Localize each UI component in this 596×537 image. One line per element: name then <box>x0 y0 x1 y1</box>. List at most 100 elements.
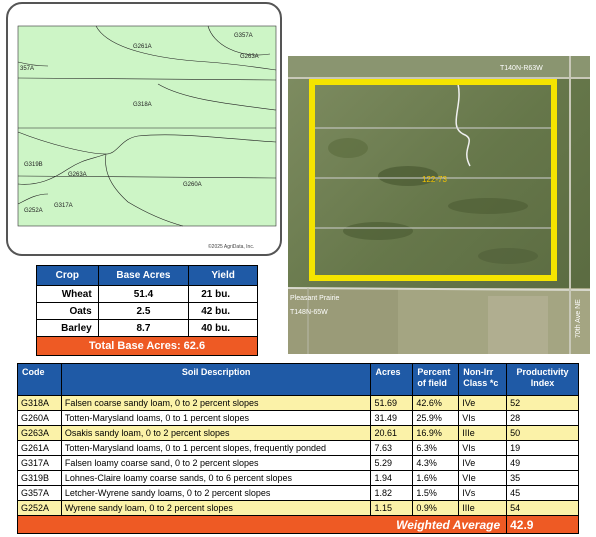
map-label-10: G317A <box>54 203 73 209</box>
soil-row: G260A Totten-Marysland loams, 0 to 1 per… <box>17 410 579 426</box>
crop-table-header: Crop Base Acres Yield <box>36 265 258 286</box>
soil-percent: 16.9% <box>412 425 460 441</box>
soil-code: G357A <box>17 485 62 501</box>
crop-acres: 8.7 <box>97 319 190 337</box>
soil-row: G318A Falsen coarse sandy loam, 0 to 2 p… <box>17 395 579 411</box>
crop-table: Crop Base Acres Yield Wheat 51.4 21 bu. … <box>36 265 258 356</box>
soil-acres: 51.69 <box>370 395 414 411</box>
soil-map-drawing: G357A G261A G263A 357A G318A G319B G263A… <box>17 25 277 250</box>
soil-acres: 5.29 <box>370 455 414 471</box>
soil-acres: 1.82 <box>370 485 414 501</box>
soil-percent: 25.9% <box>412 410 460 426</box>
weighted-average-label: Weighted Average <box>16 515 508 534</box>
soil-pi: 52 <box>506 395 579 411</box>
soil-acres: 1.15 <box>370 500 414 516</box>
crop-row: Wheat 51.4 21 bu. <box>36 285 258 303</box>
crop-yield: 21 bu. <box>188 285 258 303</box>
soil-code: G261A <box>17 440 62 456</box>
soil-class: IVs <box>458 485 508 501</box>
map-label-5: G318A <box>133 102 152 108</box>
soil-class: IIIe <box>458 425 508 441</box>
soil-pi: 19 <box>506 440 579 456</box>
soil-acres: 31.49 <box>370 410 414 426</box>
crop-acres: 2.5 <box>97 302 190 320</box>
crop-yield: 42 bu. <box>188 302 258 320</box>
soil-pi: 28 <box>506 410 579 426</box>
aerial-road-label: Pleasant Prairie <box>290 295 340 302</box>
aerial-field-label: 122-73 <box>422 175 447 184</box>
soil-percent: 0.9% <box>412 500 460 516</box>
crop-acres: 51.4 <box>97 285 190 303</box>
map-label-8: G260A <box>183 182 202 188</box>
percent-header: Percent of field <box>412 363 460 396</box>
total-base-acres: Total Base Acres: 62.6 <box>36 336 258 356</box>
map-copyright: ©2025 AgriData, Inc. <box>208 243 254 250</box>
soil-description: Lohnes-Claire loamy coarse sands, 0 to 6… <box>60 470 372 486</box>
soil-code: G319B <box>17 470 62 486</box>
soil-pi: 54 <box>506 500 579 516</box>
soil-row: G357A Letcher-Wyrene sandy loams, 0 to 2… <box>17 485 579 501</box>
map-label-7: G263A <box>68 172 87 178</box>
soil-row: G263A Osakis sandy loam, 0 to 2 percent … <box>17 425 579 441</box>
soil-acres: 20.61 <box>370 425 414 441</box>
soil-class: VIs <box>458 410 508 426</box>
acres-header: Acres <box>370 363 414 396</box>
soil-code: G263A <box>17 425 62 441</box>
soil-code: G318A <box>17 395 62 411</box>
crop-name: Oats <box>36 302 99 320</box>
crop-name: Barley <box>36 319 99 337</box>
crop-yield: 40 bu. <box>188 319 258 337</box>
soil-description: Osakis sandy loam, 0 to 2 percent slopes <box>60 425 372 441</box>
map-label-9: G252A <box>24 208 43 214</box>
total-base-acres-label: Total Base Acres: <box>88 340 181 352</box>
soil-percent: 4.3% <box>412 455 460 471</box>
map-label-3: G263A <box>240 54 259 60</box>
soil-pi: 49 <box>506 455 579 471</box>
weighted-average-row: Weighted Average 42.9 <box>16 515 579 534</box>
soil-description: Falsen loamy coarse sand, 0 to 2 percent… <box>60 455 372 471</box>
crop-total-row: Total Base Acres: 62.6 <box>36 336 258 356</box>
soil-class: IIIe <box>458 500 508 516</box>
soil-pi: 45 <box>506 485 579 501</box>
soil-class: VIe <box>458 470 508 486</box>
soil-code: G252A <box>17 500 62 516</box>
soil-map-fill <box>17 25 277 227</box>
map-label-1: G357A <box>234 33 253 39</box>
weighted-average-value: 42.9 <box>506 515 579 534</box>
soil-description: Falsen coarse sandy loam, 0 to 2 percent… <box>60 395 372 411</box>
soil-percent: 1.6% <box>412 470 460 486</box>
soil-description: Totten-Marysland loams, 0 to 1 percent s… <box>60 410 372 426</box>
map-label-6: G319B <box>24 162 43 168</box>
soil-class: IVe <box>458 455 508 471</box>
soil-row: G317A Falsen loamy coarse sand, 0 to 2 p… <box>17 455 579 471</box>
soil-table-header: Code Soil Description Acres Percent of f… <box>17 363 579 396</box>
soil-percent: 6.3% <box>412 440 460 456</box>
crop-row: Barley 8.7 40 bu. <box>36 319 258 337</box>
soil-code: G260A <box>17 410 62 426</box>
non-irr-class-header: Non-Irr Class *c <box>458 363 508 396</box>
productivity-index-header: Productivity Index <box>506 363 579 396</box>
soil-row: G261A Totten-Marysland loams, 0 to 1 per… <box>17 440 579 456</box>
soil-row: G252A Wyrene sandy loam, 0 to 2 percent … <box>17 500 579 516</box>
yield-header: Yield <box>188 265 258 286</box>
aerial-right-label: 70th Ave NE <box>575 299 582 338</box>
crop-row: Oats 2.5 42 bu. <box>36 302 258 320</box>
soil-description: Totten-Marysland loams, 0 to 1 percent s… <box>60 440 372 456</box>
base-acres-header: Base Acres <box>97 265 190 286</box>
soil-class: VIs <box>458 440 508 456</box>
soil-table: Code Soil Description Acres Percent of f… <box>16 363 579 534</box>
crop-header: Crop <box>36 265 99 286</box>
code-header: Code <box>17 363 62 396</box>
soil-description-header: Soil Description <box>60 363 372 396</box>
aerial-drawing: T140N-R63W 122-73 Pleasant Prairie T148N… <box>288 56 590 354</box>
total-base-acres-value: 62.6 <box>183 340 206 352</box>
map-label-4: 357A <box>20 66 34 72</box>
soil-description: Wyrene sandy loam, 0 to 2 percent slopes <box>60 500 372 516</box>
soil-pi: 50 <box>506 425 579 441</box>
soil-row: G319B Lohnes-Claire loamy coarse sands, … <box>17 470 579 486</box>
aerial-photo: T140N-R63W 122-73 Pleasant Prairie T148N… <box>288 56 590 354</box>
soil-percent: 42.6% <box>412 395 460 411</box>
soil-map: G357A G261A G263A 357A G318A G319B G263A… <box>6 2 282 256</box>
soil-pi: 35 <box>506 470 579 486</box>
soil-percent: 1.5% <box>412 485 460 501</box>
